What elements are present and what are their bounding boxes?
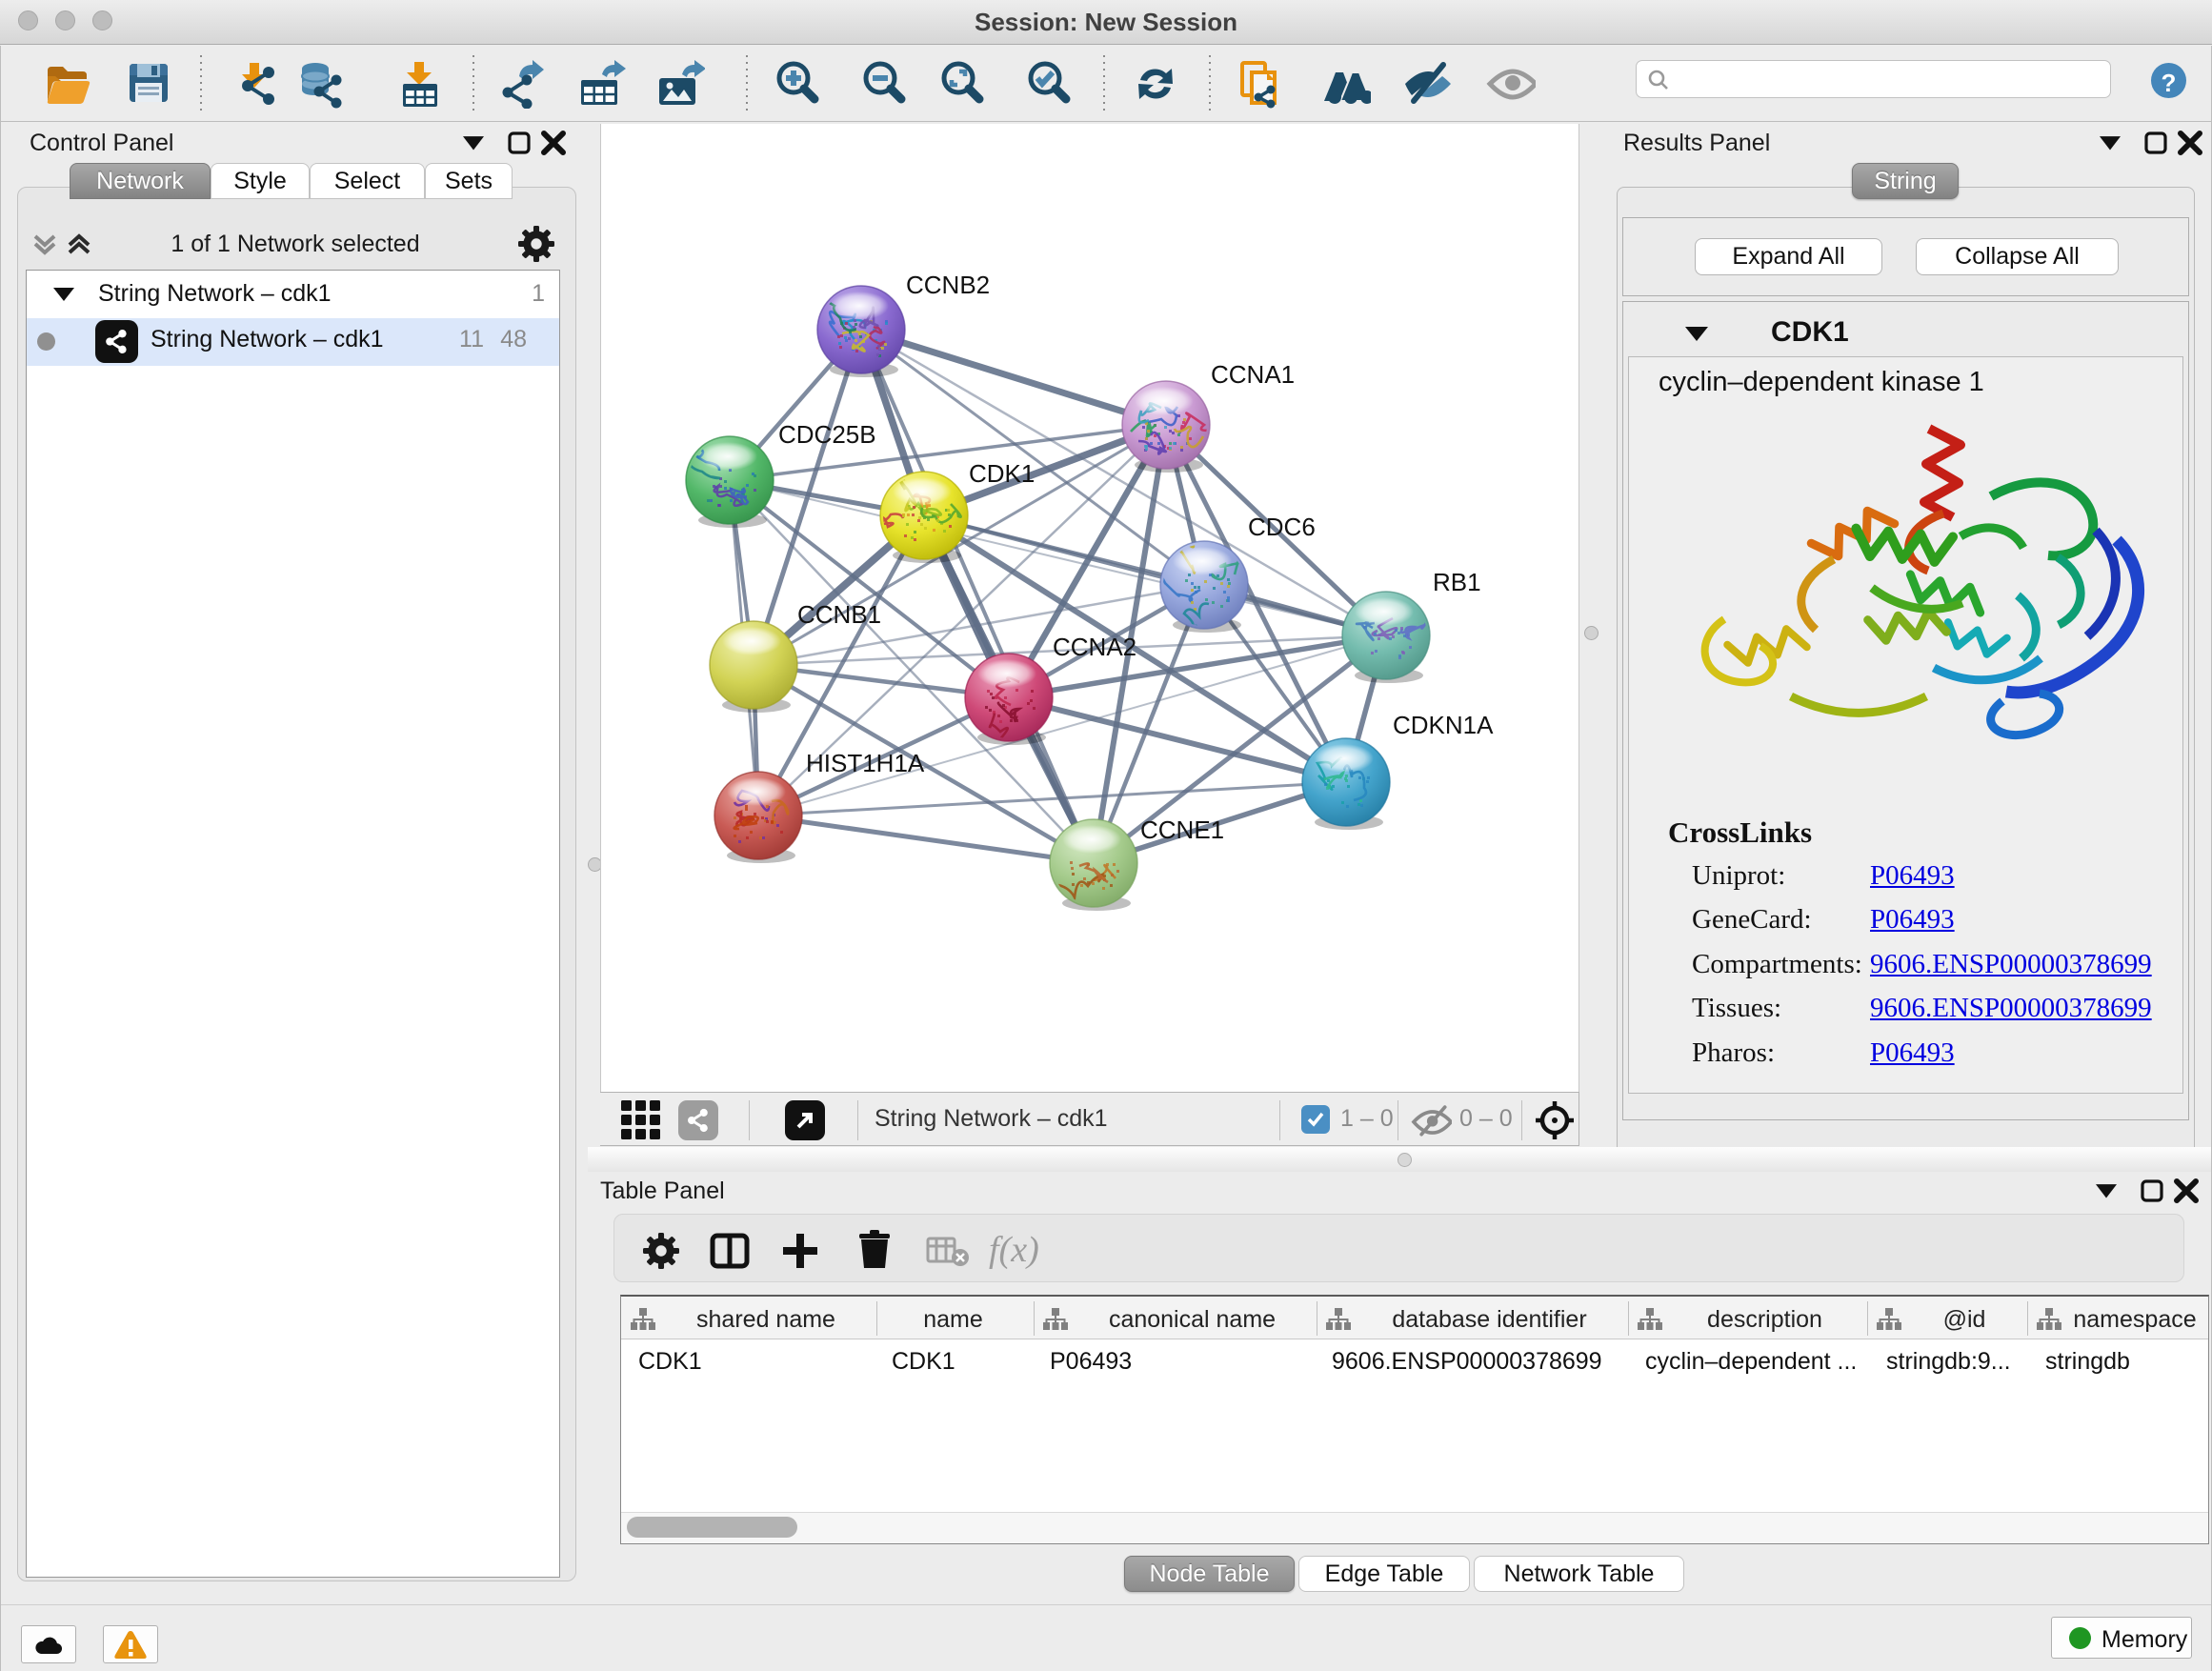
svg-text:CDKN1A: CDKN1A xyxy=(1393,711,1494,739)
svg-text:CDC25B: CDC25B xyxy=(778,420,876,449)
svg-text:CCNA2: CCNA2 xyxy=(1053,633,1136,661)
svg-text:CCNE1: CCNE1 xyxy=(1140,815,1224,844)
svg-text:RB1: RB1 xyxy=(1433,568,1481,596)
svg-text:CDK1: CDK1 xyxy=(969,459,1035,488)
svg-text:CCNB1: CCNB1 xyxy=(797,600,881,629)
svg-text:CDC6: CDC6 xyxy=(1248,513,1316,541)
svg-text:HIST1H1A: HIST1H1A xyxy=(806,749,925,777)
svg-text:CCNA1: CCNA1 xyxy=(1211,360,1295,389)
svg-text:CCNB2: CCNB2 xyxy=(906,271,990,299)
